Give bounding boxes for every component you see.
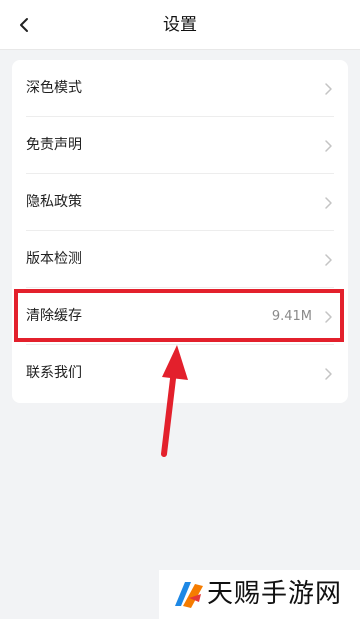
chevron-right-icon	[325, 83, 332, 95]
chevron-right-icon	[325, 254, 332, 266]
watermark-text: 天赐手游网	[207, 579, 343, 609]
chevron-right-icon	[325, 368, 332, 380]
settings-list: 深色模式 免责声明 隐私政策 版本检测 清除缓存 9.41M 联系我们	[12, 60, 348, 403]
settings-item-version-check[interactable]: 版本检测	[12, 231, 348, 288]
watermark: 天赐手游网	[159, 570, 360, 619]
header-divider	[0, 49, 360, 50]
settings-item-disclaimer[interactable]: 免责声明	[12, 117, 348, 174]
chevron-right-icon	[325, 197, 332, 209]
settings-item-privacy-policy[interactable]: 隐私政策	[12, 174, 348, 231]
settings-item-label: 免责声明	[26, 137, 82, 153]
settings-item-label: 版本检测	[26, 251, 82, 267]
highlight-box	[14, 289, 344, 342]
page-title: 设置	[163, 15, 197, 35]
top-bar: 设置	[0, 0, 360, 50]
brand-logo-icon	[175, 582, 203, 608]
settings-item-label: 联系我们	[26, 365, 82, 381]
settings-item-label: 隐私政策	[26, 194, 82, 210]
settings-item-dark-mode[interactable]: 深色模式	[12, 60, 348, 117]
settings-item-label: 深色模式	[26, 80, 82, 96]
settings-item-contact-us[interactable]: 联系我们	[12, 345, 348, 402]
chevron-right-icon	[325, 140, 332, 152]
